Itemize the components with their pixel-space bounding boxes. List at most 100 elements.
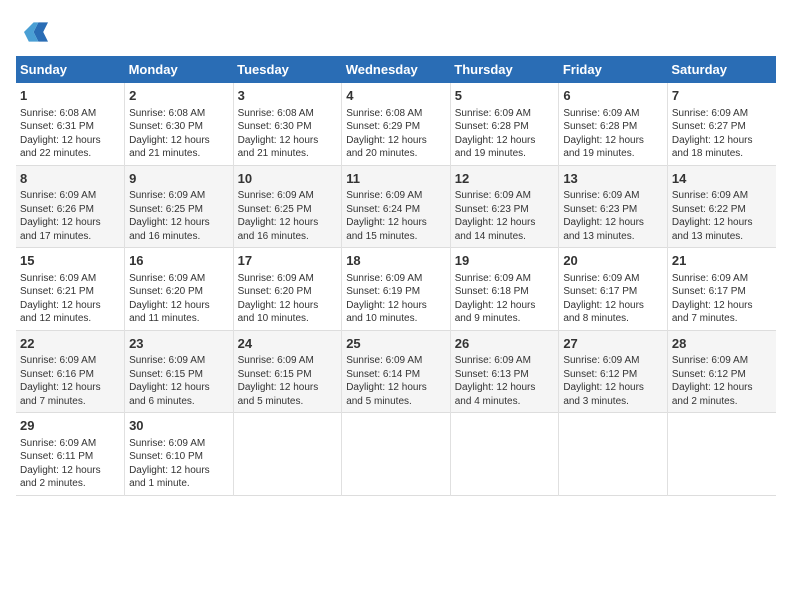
calendar-cell: 21 Sunrise: 6:09 AM Sunset: 6:17 PM Dayli… xyxy=(667,248,776,331)
calendar-cell: 20 Sunrise: 6:09 AM Sunset: 6:17 PM Dayli… xyxy=(559,248,668,331)
calendar-cell: 28Sunrise: 6:09 AM Sunset: 6:12 PM Dayli… xyxy=(667,330,776,413)
day-number: 24 xyxy=(238,335,338,353)
day-info: Sunrise: 6:09 AM Sunset: 6:17 PM Dayligh… xyxy=(563,272,663,326)
day-number: 30 xyxy=(129,417,229,435)
day-info: Sunrise: 6:09 AM Sunset: 6:24 PM Dayligh… xyxy=(346,189,446,243)
day-info: Sunrise: 6:09 AM Sunset: 6:23 PM Dayligh… xyxy=(455,189,555,243)
day-number: 7 xyxy=(672,87,772,105)
calendar-cell: 13Sunrise: 6:09 AM Sunset: 6:23 PM Dayli… xyxy=(559,165,668,248)
calendar-cell: 1 Sunrise: 6:08 AM Sunset: 6:31 PM Daylig… xyxy=(16,83,125,165)
calendar-cell: 26Sunrise: 6:09 AM Sunset: 6:13 PM Dayli… xyxy=(450,330,559,413)
day-number: 3 xyxy=(238,87,338,105)
day-info: Sunrise: 6:09 AM Sunset: 6:25 PM Dayligh… xyxy=(238,189,338,243)
calendar-cell: 8Sunrise: 6:09 AM Sunset: 6:26 PM Daylig… xyxy=(16,165,125,248)
calendar-cell: 15 Sunrise: 6:09 AM Sunset: 6:21 PM Dayli… xyxy=(16,248,125,331)
day-number: 21 xyxy=(672,252,772,270)
day-number: 4 xyxy=(346,87,446,105)
day-number: 1 xyxy=(20,87,120,105)
day-info: Sunrise: 6:09 AM Sunset: 6:20 PM Dayligh… xyxy=(238,272,338,326)
day-info: Sunrise: 6:09 AM Sunset: 6:12 PM Dayligh… xyxy=(672,354,772,408)
day-number: 25 xyxy=(346,335,446,353)
week-row-2: 8Sunrise: 6:09 AM Sunset: 6:26 PM Daylig… xyxy=(16,165,776,248)
calendar-cell: 5Sunrise: 6:09 AM Sunset: 6:28 PM Daylig… xyxy=(450,83,559,165)
day-info: Sunrise: 6:09 AM Sunset: 6:20 PM Dayligh… xyxy=(129,272,229,326)
day-info: Sunrise: 6:09 AM Sunset: 6:26 PM Dayligh… xyxy=(20,189,120,243)
page-header xyxy=(16,16,776,48)
day-number: 26 xyxy=(455,335,555,353)
day-info: Sunrise: 6:09 AM Sunset: 6:27 PM Dayligh… xyxy=(672,107,772,161)
day-header-friday: Friday xyxy=(559,56,668,83)
day-number: 29 xyxy=(20,417,120,435)
day-number: 19 xyxy=(455,252,555,270)
day-number: 13 xyxy=(563,170,663,188)
calendar-cell: 2 Sunrise: 6:08 AM Sunset: 6:30 PM Daylig… xyxy=(125,83,234,165)
day-number: 15 xyxy=(20,252,120,270)
day-number: 2 xyxy=(129,87,229,105)
day-info: Sunrise: 6:08 AM Sunset: 6:31 PM Dayligh… xyxy=(20,107,120,161)
calendar-cell: 3 Sunrise: 6:08 AM Sunset: 6:30 PM Daylig… xyxy=(233,83,342,165)
day-number: 9 xyxy=(129,170,229,188)
calendar-cell: 4 Sunrise: 6:08 AM Sunset: 6:29 PM Daylig… xyxy=(342,83,451,165)
week-row-4: 22Sunrise: 6:09 AM Sunset: 6:16 PM Dayli… xyxy=(16,330,776,413)
day-info: Sunrise: 6:09 AM Sunset: 6:28 PM Dayligh… xyxy=(455,107,555,161)
calendar-cell: 7 Sunrise: 6:09 AM Sunset: 6:27 PM Daylig… xyxy=(667,83,776,165)
day-number: 11 xyxy=(346,170,446,188)
day-header-wednesday: Wednesday xyxy=(342,56,451,83)
day-number: 16 xyxy=(129,252,229,270)
calendar-cell xyxy=(450,413,559,496)
day-header-sunday: Sunday xyxy=(16,56,125,83)
calendar-cell: 10Sunrise: 6:09 AM Sunset: 6:25 PM Dayli… xyxy=(233,165,342,248)
day-info: Sunrise: 6:09 AM Sunset: 6:14 PM Dayligh… xyxy=(346,354,446,408)
calendar-cell: 16 Sunrise: 6:09 AM Sunset: 6:20 PM Dayli… xyxy=(125,248,234,331)
calendar-table: SundayMondayTuesdayWednesdayThursdayFrid… xyxy=(16,56,776,496)
day-number: 27 xyxy=(563,335,663,353)
calendar-cell: 22Sunrise: 6:09 AM Sunset: 6:16 PM Dayli… xyxy=(16,330,125,413)
calendar-cell: 11Sunrise: 6:09 AM Sunset: 6:24 PM Dayli… xyxy=(342,165,451,248)
day-header-saturday: Saturday xyxy=(667,56,776,83)
calendar-cell: 25Sunrise: 6:09 AM Sunset: 6:14 PM Dayli… xyxy=(342,330,451,413)
calendar-cell xyxy=(667,413,776,496)
calendar-cell: 18 Sunrise: 6:09 AM Sunset: 6:19 PM Dayli… xyxy=(342,248,451,331)
day-header-monday: Monday xyxy=(125,56,234,83)
day-number: 18 xyxy=(346,252,446,270)
day-info: Sunrise: 6:09 AM Sunset: 6:28 PM Dayligh… xyxy=(563,107,663,161)
calendar-cell xyxy=(342,413,451,496)
day-header-tuesday: Tuesday xyxy=(233,56,342,83)
day-info: Sunrise: 6:09 AM Sunset: 6:19 PM Dayligh… xyxy=(346,272,446,326)
day-info: Sunrise: 6:09 AM Sunset: 6:16 PM Dayligh… xyxy=(20,354,120,408)
calendar-cell: 23Sunrise: 6:09 AM Sunset: 6:15 PM Dayli… xyxy=(125,330,234,413)
calendar-cell: 9Sunrise: 6:09 AM Sunset: 6:25 PM Daylig… xyxy=(125,165,234,248)
day-info: Sunrise: 6:09 AM Sunset: 6:17 PM Dayligh… xyxy=(672,272,772,326)
calendar-cell: 19Sunrise: 6:09 AM Sunset: 6:18 PM Dayli… xyxy=(450,248,559,331)
day-info: Sunrise: 6:09 AM Sunset: 6:21 PM Dayligh… xyxy=(20,272,120,326)
day-number: 22 xyxy=(20,335,120,353)
day-number: 10 xyxy=(238,170,338,188)
day-number: 28 xyxy=(672,335,772,353)
day-info: Sunrise: 6:09 AM Sunset: 6:13 PM Dayligh… xyxy=(455,354,555,408)
day-info: Sunrise: 6:08 AM Sunset: 6:29 PM Dayligh… xyxy=(346,107,446,161)
day-number: 20 xyxy=(563,252,663,270)
day-info: Sunrise: 6:08 AM Sunset: 6:30 PM Dayligh… xyxy=(129,107,229,161)
day-info: Sunrise: 6:09 AM Sunset: 6:23 PM Dayligh… xyxy=(563,189,663,243)
day-info: Sunrise: 6:09 AM Sunset: 6:25 PM Dayligh… xyxy=(129,189,229,243)
logo xyxy=(16,16,52,48)
logo-icon xyxy=(16,16,48,48)
day-number: 17 xyxy=(238,252,338,270)
calendar-cell xyxy=(559,413,668,496)
day-info: Sunrise: 6:09 AM Sunset: 6:12 PM Dayligh… xyxy=(563,354,663,408)
week-row-5: 29 Sunrise: 6:09 AM Sunset: 6:11 PM Dayli… xyxy=(16,413,776,496)
day-info: Sunrise: 6:09 AM Sunset: 6:11 PM Dayligh… xyxy=(20,437,120,491)
day-number: 23 xyxy=(129,335,229,353)
calendar-cell: 29 Sunrise: 6:09 AM Sunset: 6:11 PM Dayli… xyxy=(16,413,125,496)
calendar-cell xyxy=(233,413,342,496)
calendar-cell: 14Sunrise: 6:09 AM Sunset: 6:22 PM Dayli… xyxy=(667,165,776,248)
calendar-cell: 17 Sunrise: 6:09 AM Sunset: 6:20 PM Dayli… xyxy=(233,248,342,331)
day-info: Sunrise: 6:08 AM Sunset: 6:30 PM Dayligh… xyxy=(238,107,338,161)
week-row-1: 1 Sunrise: 6:08 AM Sunset: 6:31 PM Daylig… xyxy=(16,83,776,165)
calendar-cell: 24Sunrise: 6:09 AM Sunset: 6:15 PM Dayli… xyxy=(233,330,342,413)
day-info: Sunrise: 6:09 AM Sunset: 6:15 PM Dayligh… xyxy=(238,354,338,408)
calendar-cell: 6Sunrise: 6:09 AM Sunset: 6:28 PM Daylig… xyxy=(559,83,668,165)
day-number: 8 xyxy=(20,170,120,188)
header-row: SundayMondayTuesdayWednesdayThursdayFrid… xyxy=(16,56,776,83)
day-number: 12 xyxy=(455,170,555,188)
